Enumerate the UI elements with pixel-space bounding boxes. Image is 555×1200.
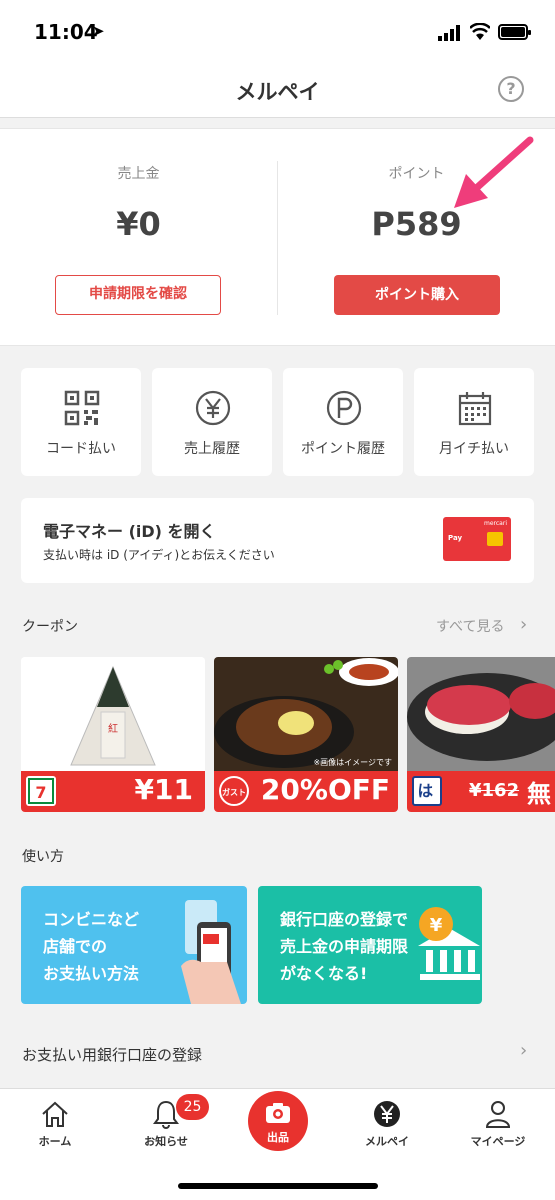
howto-text: 銀行口座の登録で 売上金の申請期限 がなくなる! bbox=[280, 906, 408, 987]
bank-register-label: お支払い用銀行口座の登録 bbox=[22, 1046, 203, 1064]
calendar-icon bbox=[458, 392, 492, 426]
howto-line: 店舗での bbox=[43, 937, 108, 956]
coupon-price-bar: 7 ¥11 bbox=[21, 771, 205, 812]
home-indicator bbox=[178, 1183, 378, 1189]
card-brand: mercari bbox=[484, 520, 507, 527]
tab-label: マイページ bbox=[470, 1135, 526, 1148]
merpay-card-image: mercari Pay bbox=[443, 517, 511, 561]
emoney-subtitle: 支払い時は iD (アイディ)とお伝えください bbox=[43, 548, 275, 562]
sushi-image bbox=[407, 657, 555, 771]
coupon-price-bar: は ¥162 無 bbox=[407, 771, 555, 812]
camera-icon bbox=[266, 1103, 290, 1123]
status-time: 11:04 bbox=[34, 20, 98, 44]
qr-code-icon bbox=[64, 390, 100, 426]
howto-line: 銀行口座の登録で bbox=[280, 910, 409, 929]
check-deadline-button[interactable]: 申請期限を確認 bbox=[55, 275, 221, 315]
howto-text: コンビニなど 店舗での お支払い方法 bbox=[43, 906, 139, 987]
wifi-icon bbox=[470, 23, 490, 40]
coupon-card[interactable]: は ¥162 無 bbox=[407, 657, 555, 812]
coupon-card[interactable]: 紅 7 ¥11 bbox=[21, 657, 205, 812]
tile-monthly-pay[interactable]: 月イチ払い bbox=[414, 368, 534, 476]
howto-card-bank[interactable]: 銀行口座の登録で 売上金の申請期限 がなくなる! ¥ bbox=[258, 886, 482, 1004]
sales-value: ¥0 bbox=[116, 205, 161, 243]
emoney-title: 電子マネー (iD) を開く bbox=[43, 522, 216, 541]
phone-hand-icon bbox=[181, 900, 241, 1004]
emoney-banner[interactable]: 電子マネー (iD) を開く 支払い時は iD (アイディ)とお伝えください m… bbox=[21, 498, 534, 583]
howto-line: がなくなる! bbox=[280, 964, 368, 983]
hamburg-steak-image bbox=[214, 657, 398, 771]
coupon-card[interactable]: ※画像はイメージです ガスト 20%OFF bbox=[214, 657, 398, 812]
tile-label: コード払い bbox=[46, 441, 116, 457]
status-bar: 11:04 ➤ bbox=[0, 0, 555, 62]
quick-actions: コード払い 売上履歴 ポイント履歴 月イチ払い bbox=[21, 368, 534, 476]
gusto-logo-text: ガスト bbox=[222, 788, 246, 797]
location-arrow-icon: ➤ bbox=[92, 22, 105, 40]
bank-icon: ¥ bbox=[418, 907, 480, 980]
howto-card-store-pay[interactable]: コンビニなど 店舗での お支払い方法 bbox=[21, 886, 247, 1004]
svg-text:7: 7 bbox=[35, 783, 46, 802]
hamazushi-logo-icon: は bbox=[412, 776, 442, 806]
coupon-price: ¥162 bbox=[469, 780, 520, 801]
tile-label: ポイント履歴 bbox=[301, 441, 385, 457]
home-icon bbox=[42, 1101, 68, 1127]
tab-mypage[interactable]: マイページ bbox=[448, 1089, 548, 1159]
howto-line: お支払い方法 bbox=[43, 964, 140, 983]
tile-label: 月イチ払い bbox=[439, 441, 509, 457]
howto-section-title: 使い方 bbox=[22, 849, 64, 865]
tab-label: お知らせ bbox=[144, 1135, 188, 1148]
buy-points-button[interactable]: ポイント購入 bbox=[334, 275, 500, 315]
seven-eleven-logo-icon: 7 bbox=[26, 776, 56, 806]
page-title: メルペイ bbox=[235, 80, 320, 104]
tile-point-history[interactable]: ポイント履歴 bbox=[283, 368, 403, 476]
coupon-price-bar: ガスト 20%OFF bbox=[214, 771, 398, 812]
battery-icon bbox=[498, 24, 531, 40]
tab-sell[interactable]: 出品 bbox=[248, 1091, 308, 1151]
onigiri-image: 紅 bbox=[21, 657, 205, 771]
svg-text:¥: ¥ bbox=[430, 915, 443, 936]
tile-sales-history[interactable]: 売上履歴 bbox=[152, 368, 272, 476]
yen-circle-icon bbox=[195, 390, 231, 426]
coupon-note: ※画像はイメージです bbox=[313, 758, 392, 767]
sales-label: 売上金 bbox=[117, 166, 160, 182]
howto-line: 売上金の申請期限 bbox=[280, 937, 409, 956]
notification-badge: 25 bbox=[176, 1094, 209, 1120]
help-icon[interactable]: ? bbox=[498, 76, 524, 102]
id-logo-icon bbox=[487, 532, 503, 546]
tile-code-pay[interactable]: コード払い bbox=[21, 368, 141, 476]
tab-label: 出品 bbox=[267, 1131, 289, 1144]
person-icon bbox=[485, 1101, 511, 1128]
tab-home[interactable]: ホーム bbox=[5, 1089, 105, 1159]
p-circle-icon bbox=[326, 390, 362, 426]
tab-label: メルペイ bbox=[365, 1135, 409, 1148]
coupon-extra: 無 bbox=[527, 780, 551, 808]
card-pay: Pay bbox=[448, 534, 463, 542]
bank-register-row[interactable]: お支払い用銀行口座の登録 › bbox=[0, 1020, 555, 1088]
svg-text:は: は bbox=[417, 782, 433, 800]
chevron-right-icon[interactable]: › bbox=[520, 614, 527, 635]
yen-circle-icon bbox=[374, 1101, 400, 1127]
coupon-price: ¥11 bbox=[134, 773, 193, 806]
see-all-link[interactable]: すべて見る bbox=[436, 616, 504, 636]
signal-icon bbox=[438, 25, 460, 41]
tile-label: 売上履歴 bbox=[184, 441, 240, 457]
howto-line: コンビニなど bbox=[43, 910, 140, 929]
chevron-right-icon: › bbox=[520, 1040, 528, 1061]
sales-column: 売上金 ¥0 申請期限を確認 bbox=[0, 129, 277, 347]
gusto-logo-icon: ガスト bbox=[219, 776, 249, 806]
coupon-section-title: クーポン bbox=[22, 619, 78, 635]
nav-bar: メルペイ ? bbox=[0, 62, 555, 118]
tab-merpay[interactable]: メルペイ bbox=[337, 1089, 437, 1159]
coupon-price: 20%OFF bbox=[260, 773, 390, 806]
svg-text:紅: 紅 bbox=[108, 723, 118, 735]
tab-label: ホーム bbox=[38, 1135, 72, 1148]
pointer-arrow-icon bbox=[454, 136, 534, 208]
